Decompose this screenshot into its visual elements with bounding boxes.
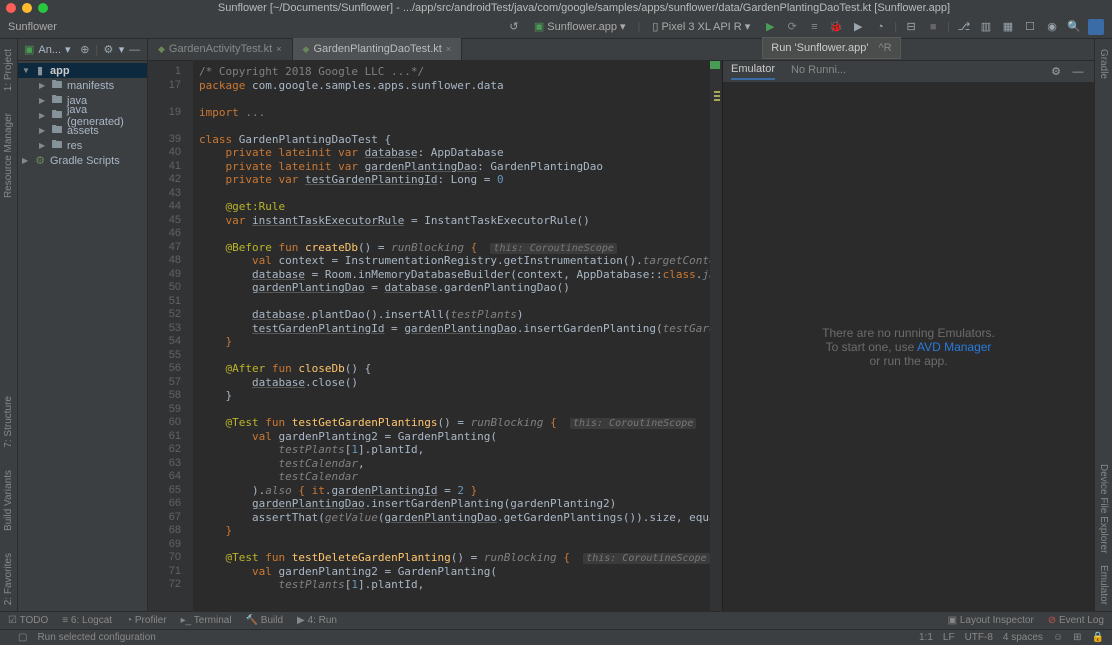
window-title: Sunflower [~/Documents/Sunflower] - .../… [62,2,1106,14]
tool-logcat[interactable]: ≡ 6: Logcat [62,615,112,626]
chevron-down-icon: ▾ [745,20,751,33]
debug-button[interactable]: 🐞 [828,19,844,35]
coverage-button[interactable]: ▶ [850,19,866,35]
vcs-icon[interactable]: ⎇ [956,19,972,35]
tool-emulator[interactable]: Emulator [1098,559,1109,611]
apply-code-changes-icon[interactable]: ≡ [806,19,822,35]
editor-area: ◆GardenActivityTest.kt×◆GardenPlantingDa… [148,39,1094,611]
close-window[interactable] [6,3,16,13]
project-panel-header: ▣ An...▾ ⊕ | ⚙▾ — [18,39,147,61]
gear-icon[interactable]: ⚙ [1048,64,1064,80]
tab-emulator[interactable]: Emulator [731,63,775,80]
tool-build[interactable]: 🔨 Build [246,615,283,626]
tree-folder-res[interactable]: ▶🖿res [18,138,147,153]
window-controls [6,3,48,13]
close-icon[interactable]: × [446,44,451,54]
hide-icon[interactable]: — [1070,64,1086,80]
user-avatar[interactable] [1088,19,1104,35]
attach-debugger-icon[interactable]: ⊟ [903,19,919,35]
chevron-down-icon: ▾ [620,20,626,33]
tool-device-file-explorer[interactable]: Device File Explorer [1098,458,1109,559]
line-gutter[interactable]: 117 19 ▶39404142434445464748495051»52»53… [148,61,193,611]
tool-structure[interactable]: 7: Structure [3,390,14,454]
tool-todo[interactable]: ☑ TODO [8,615,48,626]
tool-build-variants[interactable]: Build Variants [3,464,14,537]
search-icon[interactable]: 🔍 [1066,19,1082,35]
phone-icon: ▯ [652,20,658,33]
kotlin-file-icon: ◆ [158,44,165,55]
android-view-icon: ▣ [24,43,34,56]
bottom-tool-bar: ☑ TODO ≡ 6: Logcat ◔ Profiler ▸_ Termina… [0,611,1112,629]
maximize-window[interactable] [38,3,48,13]
help-icon[interactable]: ◉ [1044,19,1060,35]
caret-position[interactable]: 1:1 [919,632,933,643]
status-bar: ▢ Run selected configuration 1:1 LF UTF-… [0,629,1112,645]
run-tool-window: Emulator No Runni... ⚙ — There are no ru… [722,61,1094,611]
tree-module-app[interactable]: ▼▮app [18,63,147,78]
marker-strip[interactable] [710,61,722,611]
android-icon: ▣ [534,20,544,33]
tool-gradle[interactable]: Gradle [1098,43,1109,85]
tab-no-running[interactable]: No Runni... [791,64,846,79]
avd-icon[interactable]: ▥ [978,19,994,35]
indent[interactable]: 4 spaces [1003,632,1043,643]
run-config-app[interactable]: ▣ Sunflower.app ▾ [528,20,632,33]
minimize-window[interactable] [22,3,32,13]
titlebar: Sunflower [~/Documents/Sunflower] - .../… [0,0,1112,15]
run-button[interactable]: ▶ Run 'Sunflower.app'^R [762,19,778,35]
editor-tab[interactable]: ◆GardenPlantingDaoTest.kt× [293,38,463,60]
avd-manager-link[interactable]: AVD Manager [917,340,991,354]
inspections-icon[interactable]: ☺ [1053,632,1063,643]
tree-gradle-scripts[interactable]: ▶⚙Gradle Scripts [18,153,147,168]
apply-changes-icon[interactable]: ⟳ [784,19,800,35]
tool-profiler[interactable]: ◔ Profiler [126,615,167,626]
lock-icon[interactable]: 🔒 [1092,632,1104,643]
tool-resource-mgr[interactable]: Resource Manager [3,107,14,204]
target-icon[interactable]: ⊕ [79,42,92,58]
encoding[interactable]: UTF-8 [965,632,993,643]
editor-tabs: ◆GardenActivityTest.kt×◆GardenPlantingDa… [148,39,1094,61]
settings-icon[interactable]: ☐ [1022,19,1038,35]
run-tooltip: Run 'Sunflower.app'^R [762,37,900,59]
breadcrumb[interactable]: Sunflower [8,21,57,33]
run-panel-body: There are no running Emulators. To start… [723,83,1094,611]
window-icon[interactable]: ▢ [18,632,27,643]
editor-tab[interactable]: ◆GardenActivityTest.kt× [148,38,293,60]
hide-icon[interactable]: — [128,42,141,58]
code-editor[interactable]: /* Copyright 2018 Google LLC ...*/packag… [193,61,710,611]
project-view-dropdown[interactable]: An... [38,44,61,56]
left-tool-strip: 1: Project Resource Manager 7: Structure… [0,39,18,611]
tool-event-log[interactable]: ⊘ Event Log [1048,615,1104,626]
project-tree[interactable]: ▼▮app ▶🖿manifests▶🖿java▶🖿java (generated… [18,61,147,611]
tool-terminal[interactable]: ▸_ Terminal [181,615,232,626]
device-selector[interactable]: ▯ Pixel 3 XL API R ▾ [646,20,756,33]
close-icon[interactable]: × [276,44,281,54]
tool-project[interactable]: 1: Project [3,43,14,97]
tree-folder-java-(generated)[interactable]: ▶🖿java (generated) [18,108,147,123]
main-toolbar: Sunflower ↺ ▣ Sunflower.app ▾ | ▯ Pixel … [0,15,1112,39]
project-panel: ▣ An...▾ ⊕ | ⚙▾ — ▼▮app ▶🖿manifests▶🖿jav… [18,39,148,611]
stop-button[interactable]: ■ [925,19,941,35]
memory-icon[interactable]: ⊞ [1073,632,1081,643]
kotlin-file-icon: ◆ [303,44,310,55]
right-tool-strip: Gradle Device File Explorer Emulator [1094,39,1112,611]
status-indicator [710,61,720,69]
gear-icon[interactable]: ⚙ [102,42,115,58]
line-ending[interactable]: LF [943,632,955,643]
tool-layout-inspector[interactable]: ▣ Layout Inspector [948,615,1034,626]
run-panel-tabs: Emulator No Runni... ⚙ — [723,61,1094,83]
profile-button[interactable]: ◔ [872,19,888,35]
sync-icon[interactable]: ↺ [506,19,522,35]
tool-favorites[interactable]: 2: Favorites [3,547,14,611]
tool-run[interactable]: ▶ 4: Run [297,615,337,626]
status-message: Run selected configuration [37,632,155,643]
tree-folder-manifests[interactable]: ▶🖿manifests [18,78,147,93]
sdk-icon[interactable]: ▦ [1000,19,1016,35]
